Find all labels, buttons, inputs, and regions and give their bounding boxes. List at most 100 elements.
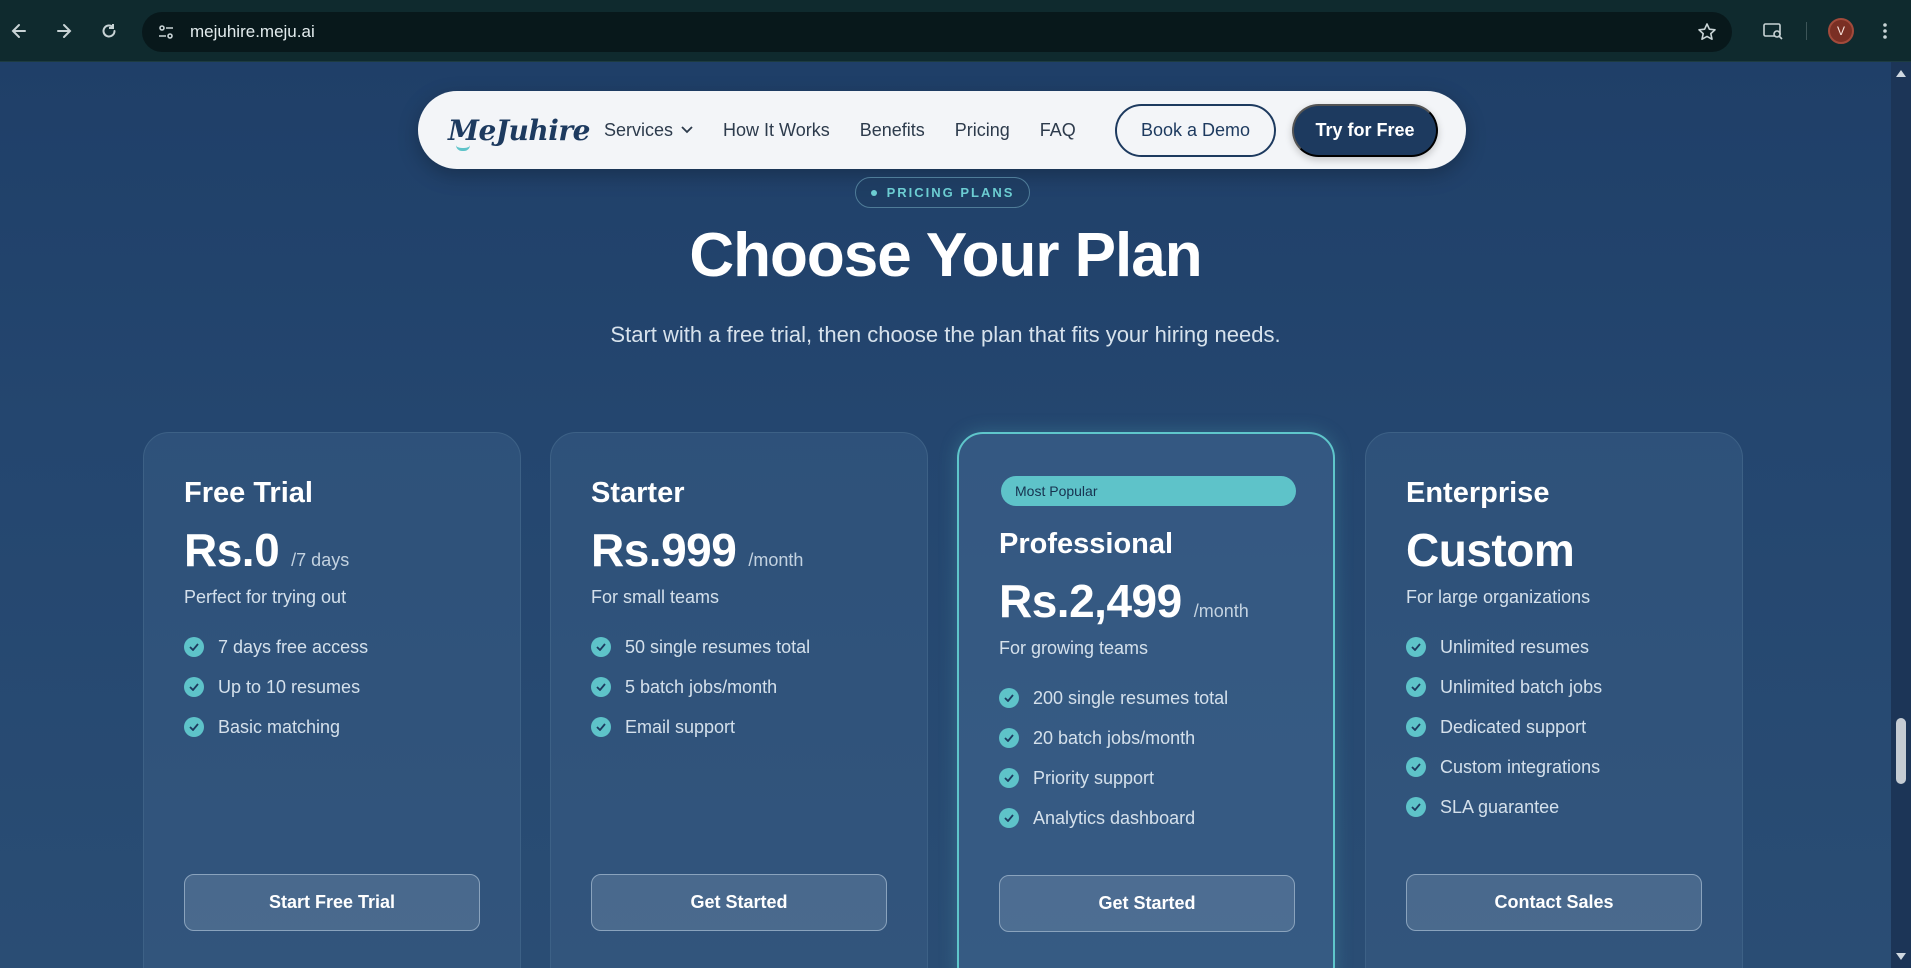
feature-label: Unlimited resumes [1440,636,1590,657]
feature-label: 7 days free access [218,636,369,657]
plan-price: Custom [1406,523,1575,577]
mejuhire-logo[interactable]: MeJuhire [448,114,590,151]
feature-list: 50 single resumes total 5 batch jobs/mon… [591,627,810,747]
feature-label: Dedicated support [1440,716,1587,737]
plan-name: Starter [591,477,685,509]
check-icon [1406,717,1426,737]
plan-description: For large organizations [1406,587,1591,607]
scroll-down-arrow-icon[interactable] [1896,953,1906,960]
price-period: /month [748,550,804,570]
start-free-trial-button[interactable]: Start Free Trial [184,874,480,931]
toolbar-divider [1806,22,1807,40]
tab-search-icon[interactable] [1756,14,1790,48]
nav-pricing[interactable]: Pricing [955,120,1010,141]
feature-label: 20 batch jobs/month [1033,727,1196,748]
bookmark-star-icon[interactable] [1690,15,1724,49]
plan-name: Enterprise [1406,477,1550,509]
chevron-down-icon [681,126,693,134]
pricing-plans-tag: PRICING PLANS [855,177,1030,208]
get-started-button[interactable]: Get Started [999,875,1295,932]
check-icon [184,637,204,657]
plan-card-enterprise: Enterprise Custom For large organization… [1365,432,1743,968]
feature-list: 7 days free access Up to 10 resumes Basi… [184,627,368,747]
price-amount: Rs.2,499 [999,575,1182,627]
logo-accent [456,145,470,151]
plan-card-professional: Most Popular Professional Rs.2,499 /mont… [957,432,1335,968]
tag-label: PRICING PLANS [886,185,1015,200]
plan-price: Rs.0 /7 days [184,523,349,577]
plan-card-starter: Starter Rs.999 /month For small teams 50… [550,432,928,968]
menu-kebab-icon[interactable] [1870,14,1900,48]
nav-link-label: Services [604,119,674,140]
price-amount: Rs.999 [591,524,737,576]
feature-item: Unlimited resumes [1406,627,1602,667]
price-period: /month [1193,601,1249,621]
feature-label: Basic matching [218,716,341,737]
nav-faq[interactable]: FAQ [1040,120,1076,141]
try-for-free-button[interactable]: Try for Free [1292,104,1438,157]
get-started-button[interactable]: Get Started [591,874,887,931]
check-icon [999,808,1019,828]
feature-item: 7 days free access [184,627,368,667]
feature-item: Basic matching [184,707,368,747]
scroll-up-arrow-icon[interactable] [1896,70,1906,77]
plan-price: Rs.999 /month [591,523,803,577]
plan-description: For small teams [591,587,720,607]
back-icon[interactable] [2,14,36,48]
site-navbar: MeJuhire Services How It Works Benefits … [418,91,1466,169]
nav-benefits[interactable]: Benefits [860,120,925,141]
check-icon [999,728,1019,748]
nav-how-it-works[interactable]: How It Works [723,120,830,141]
feature-item: Up to 10 resumes [184,667,368,707]
scroll-thumb[interactable] [1896,718,1906,784]
check-icon [1406,637,1426,657]
feature-item: 20 batch jobs/month [999,718,1228,758]
profile-avatar[interactable]: V [1824,14,1858,48]
check-icon [184,677,204,697]
feature-item: Custom integrations [1406,747,1602,787]
plan-name: Free Trial [184,477,313,509]
reload-icon[interactable] [92,14,126,48]
page-title: Choose Your Plan [689,221,1202,290]
site-info-icon[interactable] [146,12,186,52]
check-icon [184,717,204,737]
nav-services[interactable]: Services [604,120,693,141]
plan-description: Perfect for trying out [184,587,347,607]
plan-description: For growing teams [999,638,1149,658]
contact-sales-button[interactable]: Contact Sales [1406,874,1702,931]
price-period: /7 days [291,550,350,570]
forward-icon[interactable] [47,14,81,48]
feature-item: Email support [591,707,810,747]
feature-label: Analytics dashboard [1033,807,1196,828]
page-subtitle: Start with a free trial, then choose the… [610,322,1281,347]
url-text: mejuhire.meju.ai [190,22,315,41]
check-icon [591,677,611,697]
plan-card-free-trial: Free Trial Rs.0 /7 days Perfect for tryi… [143,432,521,968]
feature-label: Email support [625,716,736,737]
feature-item: Analytics dashboard [999,798,1228,838]
feature-label: 5 batch jobs/month [625,676,778,697]
price-amount: Rs.0 [184,524,280,576]
feature-list: 200 single resumes total 20 batch jobs/m… [999,678,1228,838]
check-icon [1406,797,1426,817]
feature-item: 5 batch jobs/month [591,667,810,707]
feature-label: 50 single resumes total [625,636,811,657]
check-icon [591,637,611,657]
check-icon [999,768,1019,788]
feature-item: 200 single resumes total [999,678,1228,718]
avatar: V [1828,18,1854,44]
page-scrollbar[interactable] [1891,62,1911,968]
feature-item: Unlimited batch jobs [1406,667,1602,707]
book-demo-button[interactable]: Book a Demo [1115,104,1276,157]
feature-item: 50 single resumes total [591,627,810,667]
feature-list: Unlimited resumes Unlimited batch jobs D… [1406,627,1602,827]
check-icon [591,717,611,737]
most-popular-badge: Most Popular [1001,476,1296,506]
plan-name: Professional [999,528,1174,560]
address-bar[interactable]: mejuhire.meju.ai [142,12,1732,52]
check-icon [999,688,1019,708]
plan-price: Rs.2,499 /month [999,574,1249,628]
feature-label: Priority support [1033,767,1155,788]
feature-label: Unlimited batch jobs [1440,676,1603,697]
feature-label: SLA guarantee [1440,796,1560,817]
